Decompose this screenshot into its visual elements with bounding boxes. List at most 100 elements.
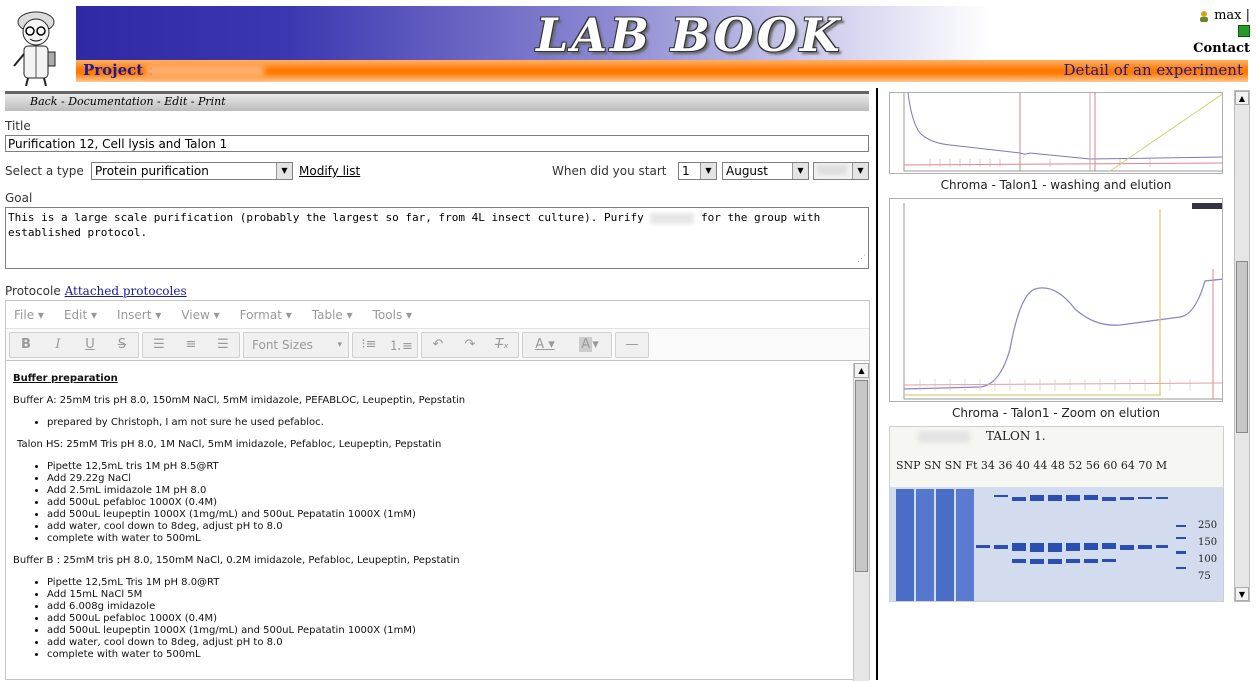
italic-icon[interactable]: I xyxy=(42,333,74,357)
editor-content[interactable]: Buffer preparation Buffer A: 25mM tris p… xyxy=(6,363,854,681)
align-right-icon[interactable]: ☰ xyxy=(207,333,239,357)
project-label: Project : xyxy=(83,61,154,79)
lab-mascot-logo xyxy=(8,8,66,88)
gel-title: TALON 1. xyxy=(986,429,1046,443)
username-link[interactable]: max | xyxy=(1214,8,1250,23)
chromatogram-image-2[interactable] xyxy=(889,198,1223,402)
protocole-label-text: Protocole xyxy=(5,284,61,298)
menu-file[interactable]: File ▾ xyxy=(14,308,44,322)
protein-name-redacted xyxy=(650,212,695,224)
insert-group: — xyxy=(615,331,649,358)
print-link[interactable]: Print xyxy=(198,95,226,108)
align-center-icon[interactable]: ≡ xyxy=(175,333,207,357)
action-links: Back - Documentation - Edit - Print xyxy=(30,95,226,108)
menu-insert[interactable]: Insert ▾ xyxy=(117,308,161,322)
editor-scroll-thumb[interactable] xyxy=(855,380,868,572)
resize-handle-icon[interactable]: ⋰ xyxy=(857,252,866,267)
user-icon xyxy=(1198,10,1210,22)
gel-marker-label: 250 xyxy=(1198,520,1218,531)
sds-page-gel-image[interactable]: TALON 1. SNP SN SN Ft 34 36 40 44 48 52 … xyxy=(889,426,1224,602)
back-link[interactable]: Back xyxy=(30,95,57,108)
menu-format[interactable]: Format ▾ xyxy=(240,308,292,322)
horizontal-rule-icon[interactable]: — xyxy=(616,333,648,357)
list-item: add 500uL leupeptin 1000X (1mg/mL) and 5… xyxy=(47,625,847,637)
font-sizes-label: Font Sizes xyxy=(252,337,313,352)
bold-icon[interactable]: B xyxy=(10,333,42,357)
buffer-b-line: Buffer B : 25mM tris pH 8.0, 150mM NaCl,… xyxy=(13,555,460,566)
panel-divider xyxy=(876,88,878,680)
menu-table[interactable]: Table ▾ xyxy=(312,308,353,322)
goal-text-part3: established protocol. xyxy=(8,226,148,239)
list-item: Add 29.22g NaCl xyxy=(47,473,847,485)
editor-menubar: File ▾ Edit ▾ Insert ▾ View ▾ Format ▾ T… xyxy=(6,301,869,329)
undo-icon[interactable]: ↶ xyxy=(422,333,454,357)
menu-tools[interactable]: Tools ▾ xyxy=(373,308,412,322)
project-name-redacted xyxy=(146,65,264,77)
goal-textarea[interactable]: This is a large scale purification (prob… xyxy=(5,207,869,269)
nav-separator: - xyxy=(187,95,198,108)
chromatogram-caption-1: Chroma - Talon1 - washing and elution xyxy=(940,178,1172,192)
underline-icon[interactable]: U xyxy=(74,333,106,357)
start-year-select[interactable]: ▼ xyxy=(813,162,869,180)
buffer-a-list: prepared by Christoph, I am not sure he … xyxy=(13,417,847,429)
dropdown-arrow-icon: ▼ xyxy=(700,163,716,179)
attached-protocols-link[interactable]: Attached protocoles xyxy=(65,284,187,298)
align-left-icon[interactable]: ☰ xyxy=(143,333,175,357)
nav-separator: - xyxy=(57,95,69,108)
bullet-list-icon[interactable]: ⁝≡ xyxy=(353,333,385,357)
scroll-up-icon[interactable]: ▲ xyxy=(1235,91,1249,105)
list-item: add 6.008g imidazole xyxy=(47,601,847,613)
editor-scrollbar[interactable]: ▲ xyxy=(853,363,869,681)
nav-separator: - xyxy=(153,95,165,108)
talon-hs-list: Pipette 12,5mL tris 1M pH 8.5@RT Add 29.… xyxy=(13,461,847,545)
start-day-value: 1 xyxy=(682,164,690,178)
edit-link[interactable]: Edit xyxy=(164,95,187,108)
modify-list-link[interactable]: Modify list xyxy=(299,164,360,178)
rich-text-editor: File ▾ Edit ▾ Insert ▾ View ▾ Format ▾ T… xyxy=(5,300,870,681)
list-item: prepared by Christoph, I am not sure he … xyxy=(47,417,847,429)
list-item: add 500uL leupeptin 1000X (1mg/mL) and 5… xyxy=(47,509,847,521)
attachments-scrollbar[interactable]: ▲ ▼ xyxy=(1234,90,1250,602)
documentation-link[interactable]: Documentation xyxy=(68,95,153,108)
contact-link[interactable]: Contact xyxy=(1193,41,1250,56)
attachments-panel: Chroma - Talon1 - washing and elution Ch… xyxy=(880,92,1230,602)
page-subtitle: Detail of an experiment xyxy=(1063,61,1243,79)
font-sizes-select[interactable]: Font Sizes ▾ xyxy=(243,331,349,358)
start-month-value: August xyxy=(726,164,768,178)
project-bar: Project : Detail of an experiment xyxy=(76,60,1248,82)
attachments-scroll-thumb[interactable] xyxy=(1236,261,1248,433)
redo-icon[interactable]: ↷ xyxy=(454,333,486,357)
title-label: Title xyxy=(5,119,31,133)
chromatogram-image-1[interactable] xyxy=(889,92,1223,174)
dropdown-arrow-icon: ▼ xyxy=(792,163,808,179)
list-item: complete with water to 500mL xyxy=(47,533,847,545)
clear-format-icon[interactable]: T̶ₓ xyxy=(486,333,518,357)
list-item: add 500uL pefabloc 1000X (0.4M) xyxy=(47,497,847,509)
action-bar: Back - Documentation - Edit - Print xyxy=(5,91,869,111)
start-month-select[interactable]: August ▼ xyxy=(722,162,809,180)
menu-edit[interactable]: Edit ▾ xyxy=(64,308,97,322)
scroll-down-icon[interactable]: ▼ xyxy=(1235,587,1249,601)
strikethrough-icon[interactable]: S xyxy=(106,333,138,357)
start-date-label: When did you start xyxy=(552,164,667,178)
menu-view[interactable]: View ▾ xyxy=(181,308,219,322)
numbered-list-icon[interactable]: ⒈≡ xyxy=(385,333,417,357)
list-item: Add 2.5mL imidazole 1M pH 8.0 xyxy=(47,485,847,497)
scroll-up-icon[interactable]: ▲ xyxy=(854,363,869,378)
gel-lane-labels: SNP SN SN Ft 34 36 40 44 48 52 56 60 64 … xyxy=(896,459,1168,472)
color-group: A ▾ A ▾ xyxy=(522,331,612,358)
gel-marker-label: 100 xyxy=(1198,554,1218,565)
type-label: Select a type xyxy=(5,164,84,178)
text-color-icon[interactable]: A ▾ xyxy=(523,333,567,357)
goal-text-part2: for the group with xyxy=(701,211,821,224)
history-group: ↶ ↷ T̶ₓ xyxy=(421,331,519,358)
list-item: add water, cool down to 8deg, adjust pH … xyxy=(47,637,847,649)
title-input[interactable]: Purification 12, Cell lysis and Talon 1 xyxy=(5,135,869,152)
type-select[interactable]: Protein purification ▼ xyxy=(91,162,293,180)
logout-icon[interactable] xyxy=(1238,25,1250,37)
chromatogram-caption-2: Chroma - Talon1 - Zoom on elution xyxy=(951,406,1161,420)
start-day-select[interactable]: 1 ▼ xyxy=(678,162,717,180)
background-color-icon[interactable]: A ▾ xyxy=(567,333,611,357)
talon-hs-line: Talon HS: 25mM Tris pH 8.0, 1M NaCl, 5mM… xyxy=(17,439,442,450)
start-year-redacted xyxy=(817,165,847,175)
